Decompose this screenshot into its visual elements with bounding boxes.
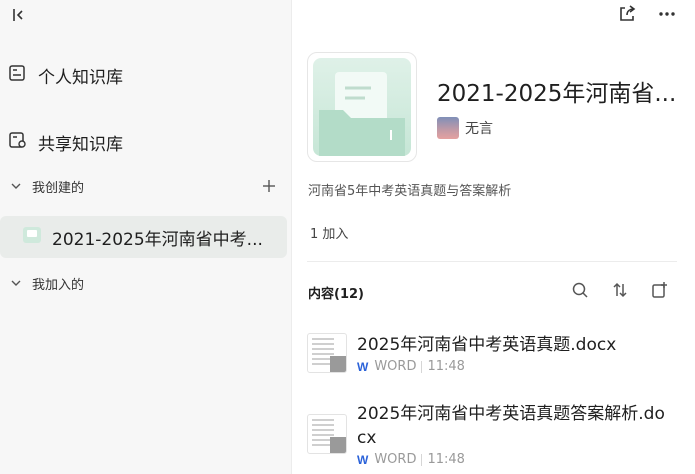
file-time: 11:48: [427, 452, 465, 467]
sidebar-item-label: 个人知识库: [38, 67, 123, 88]
sidebar-kb-item[interactable]: 2021-2025年河南省中考...: [0, 216, 287, 258]
document-thumbnail: [307, 333, 347, 373]
top-actions: [617, 4, 677, 28]
file-item[interactable]: 2025年河南省中考英语真题答案解析.docx W WORD 11:48: [307, 402, 667, 467]
file-meta: W WORD 11:48: [357, 359, 667, 374]
search-icon[interactable]: [571, 281, 589, 303]
file-name: 2025年河南省中考英语真题.docx: [357, 335, 617, 355]
kb-members[interactable]: 1 加入: [310, 223, 348, 242]
main-panel: 2021-2025年河南省... 无言 河南省5年中考英语真题与答案解析 1 加…: [293, 0, 695, 474]
file-type: WORD: [374, 452, 417, 467]
more-icon[interactable]: [657, 4, 677, 28]
file-meta: W WORD 11:48: [357, 452, 667, 467]
sidebar: 个人知识库 共享知识库 我创建的 2021-2025年河南省中考... 我加入的: [0, 0, 292, 474]
word-icon: W: [357, 359, 369, 374]
personal-kb-icon: [8, 64, 26, 86]
file-time: 11:48: [427, 359, 465, 374]
sidebar-item-label: 共享知识库: [38, 134, 123, 155]
kb-title: 2021-2025年河南省...: [437, 81, 677, 107]
word-icon: W: [357, 452, 369, 467]
file-item[interactable]: 2025年河南省中考英语真题.docx W WORD 11:48: [307, 333, 667, 374]
file-type: WORD: [374, 359, 417, 374]
content-heading: 内容(12): [308, 287, 364, 302]
kb-cover-icon: [22, 226, 42, 248]
section-created-by-me[interactable]: 我创建的: [10, 174, 280, 198]
sort-icon[interactable]: [611, 281, 629, 303]
kb-cover[interactable]: [307, 52, 417, 162]
owner-name: 无言: [465, 121, 493, 137]
chevron-down-icon: [10, 177, 22, 196]
add-kb-icon[interactable]: [258, 174, 280, 198]
divider: [307, 261, 677, 262]
kb-owner: 无言: [437, 117, 493, 139]
folder-icon: [313, 58, 411, 156]
shared-kb-icon: [8, 131, 26, 153]
collapse-sidebar-icon[interactable]: [8, 4, 30, 26]
sidebar-item-shared-kb[interactable]: 共享知识库: [8, 127, 123, 157]
add-file-icon[interactable]: [651, 281, 669, 303]
file-name: 2025年河南省中考英语真题答案解析.docx: [357, 404, 665, 448]
section-label: 我加入的: [32, 277, 85, 293]
chevron-down-icon: [10, 274, 22, 293]
content-tools: [571, 281, 669, 303]
document-thumbnail: [307, 414, 347, 454]
section-joined[interactable]: 我加入的: [10, 271, 280, 295]
sidebar-item-personal-kb[interactable]: 个人知识库: [8, 60, 123, 90]
avatar: [437, 117, 459, 139]
kb-description: 河南省5年中考英语真题与答案解析: [308, 184, 512, 199]
section-label: 我创建的: [32, 180, 85, 196]
kb-item-label: 2021-2025年河南省中考...: [52, 229, 263, 250]
share-icon[interactable]: [617, 4, 637, 28]
